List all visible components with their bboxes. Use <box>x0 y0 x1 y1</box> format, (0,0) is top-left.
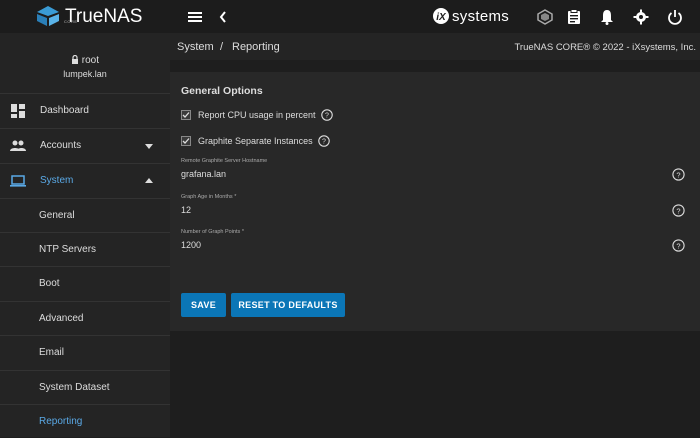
sidebar-item-accounts[interactable]: Accounts <box>0 128 170 162</box>
brand-subtitle: CORE <box>64 19 78 24</box>
lock-icon <box>71 54 78 64</box>
menu-icon[interactable] <box>186 8 204 26</box>
user-name-row: root <box>0 54 170 66</box>
graphite-separate-checkbox[interactable] <box>181 136 191 146</box>
power-icon[interactable] <box>666 8 684 26</box>
hostname-label: Remote Graphite Server Hostname <box>181 158 268 164</box>
graph-points-input[interactable]: 1200 <box>181 240 201 250</box>
sidebar-subitem-advanced[interactable]: Advanced <box>0 301 170 335</box>
ix-mark-text: iX <box>436 12 447 23</box>
svg-text:?: ? <box>325 113 329 120</box>
checkmark-icon <box>182 138 190 144</box>
sidebar-subitem-label: Email <box>39 347 65 358</box>
truenas-logo[interactable]: TrueNAS <box>36 5 142 27</box>
cpu-percent-label: Report CPU usage in percent <box>198 110 316 120</box>
cpu-percent-row: Report CPU usage in percent ? <box>181 109 333 121</box>
general-options-card: General Options Report CPU usage in perc… <box>170 72 700 331</box>
breadcrumb: System / Reporting TrueNAS CORE® © 2022 … <box>170 33 700 60</box>
sidebar-subitem-general[interactable]: General <box>0 198 170 232</box>
save-button[interactable]: SAVE <box>181 293 226 317</box>
help-icon[interactable]: ? <box>317 135 330 147</box>
breadcrumb-parent[interactable]: System <box>177 41 214 53</box>
svg-text:?: ? <box>676 170 680 179</box>
top-bar: TrueNAS CORE iX systems <box>0 0 700 33</box>
card-title: General Options <box>181 85 263 97</box>
sidebar-item-label: System <box>40 175 74 186</box>
graph-points-label: Number of Graph Points * <box>181 229 244 235</box>
sidebar-subitem-label: System Dataset <box>39 382 110 393</box>
task-manager-icon[interactable] <box>565 8 583 26</box>
sidebar-item-label: Dashboard <box>40 105 89 116</box>
people-icon <box>10 140 26 151</box>
sidebar-subitem-label: Boot <box>39 278 60 289</box>
graphite-separate-row: Graphite Separate Instances ? <box>181 135 330 147</box>
gear-icon[interactable] <box>632 8 650 26</box>
user-block: root lumpek.lan <box>0 33 170 93</box>
copyright-text: TrueNAS CORE® © 2022 - iXsystems, Inc. <box>514 42 696 53</box>
caret-down-icon <box>145 143 153 149</box>
chevron-left-icon[interactable] <box>214 8 232 26</box>
user-name: root <box>81 55 99 66</box>
partner-name: systems <box>452 7 510 25</box>
graphite-separate-label: Graphite Separate Instances <box>198 136 313 146</box>
cpu-percent-checkbox[interactable] <box>181 110 191 120</box>
svg-text:?: ? <box>322 139 326 146</box>
sidebar-subitem-label: Reporting <box>39 416 83 427</box>
breadcrumb-separator: / <box>220 41 224 53</box>
sidebar-subitem-system-dataset[interactable]: System Dataset <box>0 370 170 404</box>
sidebar-subitem-label: NTP Servers <box>39 244 97 255</box>
graph-age-input[interactable]: 12 <box>181 205 191 215</box>
truenas-logo-icon <box>37 6 59 26</box>
breadcrumb-current: Reporting <box>232 41 280 53</box>
reset-to-defaults-button[interactable]: RESET TO DEFAULTS <box>231 293 345 317</box>
sidebar: root lumpek.lan Dashboard Accounts Syste… <box>0 33 170 437</box>
help-icon[interactable]: ? <box>320 109 333 121</box>
sidebar-subitem-ntp-servers[interactable]: NTP Servers <box>0 232 170 266</box>
ix-mark-icon: iX <box>433 8 449 24</box>
svg-text:?: ? <box>676 241 680 250</box>
svg-text:?: ? <box>676 206 680 215</box>
sidebar-subitem-label: General <box>39 210 75 221</box>
sidebar-subitem-label: Advanced <box>39 313 84 324</box>
bell-icon[interactable] <box>598 8 616 26</box>
sidebar-subitem-boot[interactable]: Boot <box>0 266 170 300</box>
help-icon[interactable]: ? <box>672 168 685 181</box>
truecommand-icon[interactable] <box>536 8 554 26</box>
ixsystems-logo[interactable]: iX systems <box>432 7 509 25</box>
checkmark-icon <box>182 112 190 118</box>
sidebar-item-dashboard[interactable]: Dashboard <box>0 93 170 127</box>
help-icon[interactable]: ? <box>672 204 685 217</box>
sidebar-item-label: Accounts <box>40 140 82 151</box>
dashboard-icon <box>11 103 25 118</box>
sidebar-item-system[interactable]: System <box>0 163 170 197</box>
laptop-icon <box>10 174 26 187</box>
host-name: lumpek.lan <box>63 69 107 79</box>
hostname-input[interactable]: grafana.lan <box>181 169 226 179</box>
sidebar-subitem-email[interactable]: Email <box>0 335 170 369</box>
caret-up-icon <box>145 177 153 183</box>
sidebar-subitem-reporting[interactable]: Reporting <box>0 404 170 438</box>
graph-age-label: Graph Age in Months * <box>181 194 237 200</box>
help-icon[interactable]: ? <box>672 239 685 252</box>
